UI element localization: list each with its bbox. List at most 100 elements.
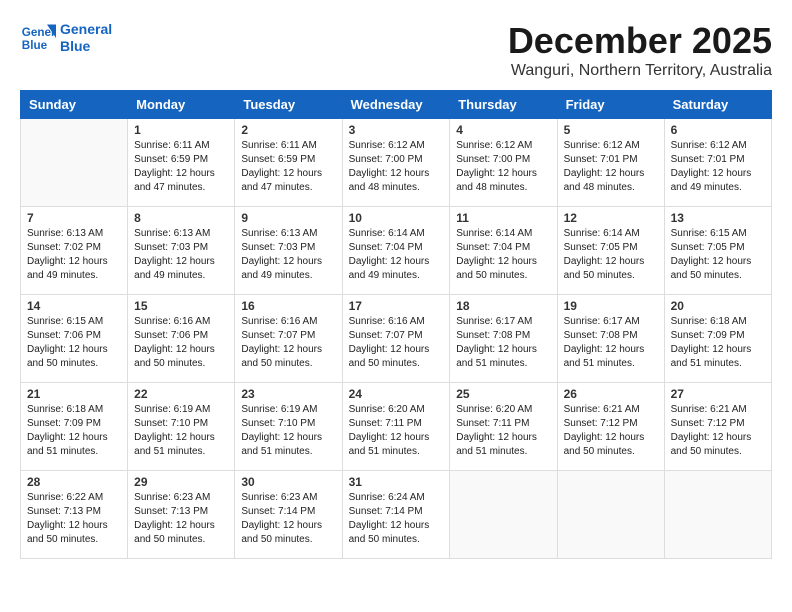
day-number: 21 bbox=[27, 387, 121, 401]
day-info: Sunrise: 6:17 AM Sunset: 7:08 PM Dayligh… bbox=[456, 315, 550, 371]
calendar-cell bbox=[557, 471, 664, 559]
calendar-cell: 3 Sunrise: 6:12 AM Sunset: 7:00 PM Daylig… bbox=[342, 119, 450, 207]
day-info: Sunrise: 6:13 AM Sunset: 7:03 PM Dayligh… bbox=[134, 227, 228, 283]
day-info: Sunrise: 6:21 AM Sunset: 7:12 PM Dayligh… bbox=[671, 403, 765, 459]
calendar-cell: 16 Sunrise: 6:16 AM Sunset: 7:07 PM Dayli… bbox=[235, 295, 342, 383]
calendar-cell: 12 Sunrise: 6:14 AM Sunset: 7:05 PM Dayli… bbox=[557, 207, 664, 295]
day-info: Sunrise: 6:20 AM Sunset: 7:11 PM Dayligh… bbox=[456, 403, 550, 459]
day-number: 23 bbox=[241, 387, 335, 401]
calendar-table: SundayMondayTuesdayWednesdayThursdayFrid… bbox=[20, 90, 772, 559]
day-info: Sunrise: 6:12 AM Sunset: 7:00 PM Dayligh… bbox=[456, 139, 550, 195]
calendar-cell: 30Sunrise: 6:23 AM Sunset: 7:14 PM Dayli… bbox=[235, 471, 342, 559]
day-number: 20 bbox=[671, 299, 765, 313]
day-number: 19 bbox=[564, 299, 658, 313]
logo-text: General Blue bbox=[60, 21, 112, 55]
calendar-cell: 4 Sunrise: 6:12 AM Sunset: 7:00 PM Daylig… bbox=[450, 119, 557, 207]
day-number: 16 bbox=[241, 299, 335, 313]
day-info: Sunrise: 6:12 AM Sunset: 7:01 PM Dayligh… bbox=[564, 139, 658, 195]
day-info: Sunrise: 6:14 AM Sunset: 7:04 PM Dayligh… bbox=[456, 227, 550, 283]
calendar-cell: 25Sunrise: 6:20 AM Sunset: 7:11 PM Dayli… bbox=[450, 383, 557, 471]
day-number: 31 bbox=[349, 475, 444, 489]
day-info: Sunrise: 6:14 AM Sunset: 7:05 PM Dayligh… bbox=[564, 227, 658, 283]
day-info: Sunrise: 6:17 AM Sunset: 7:08 PM Dayligh… bbox=[564, 315, 658, 371]
logo: General Blue General Blue bbox=[20, 20, 112, 56]
title-area: December 2025 Wanguri, Northern Territor… bbox=[508, 20, 772, 80]
calendar-cell: 24 Sunrise: 6:20 AM Sunset: 7:11 PM Dayli… bbox=[342, 383, 450, 471]
calendar-cell: 21 Sunrise: 6:18 AM Sunset: 7:09 PM Dayli… bbox=[21, 383, 128, 471]
day-number: 15 bbox=[134, 299, 228, 313]
calendar-cell: 19 Sunrise: 6:17 AM Sunset: 7:08 PM Dayli… bbox=[557, 295, 664, 383]
day-number: 26 bbox=[564, 387, 658, 401]
calendar-cell: 5 Sunrise: 6:12 AM Sunset: 7:01 PM Daylig… bbox=[557, 119, 664, 207]
day-info: Sunrise: 6:13 AM Sunset: 7:02 PM Dayligh… bbox=[27, 227, 121, 283]
logo-icon: General Blue bbox=[20, 20, 56, 56]
calendar-cell bbox=[450, 471, 557, 559]
day-info: Sunrise: 6:14 AM Sunset: 7:04 PM Dayligh… bbox=[349, 227, 444, 283]
day-info: Sunrise: 6:22 AM Sunset: 7:13 PM Dayligh… bbox=[27, 491, 121, 547]
calendar-cell: 13Sunrise: 6:15 AM Sunset: 7:05 PM Dayli… bbox=[664, 207, 771, 295]
day-number: 4 bbox=[456, 123, 550, 137]
location-subtitle: Wanguri, Northern Territory, Australia bbox=[508, 62, 772, 80]
day-info: Sunrise: 6:12 AM Sunset: 7:00 PM Dayligh… bbox=[349, 139, 444, 195]
svg-text:Blue: Blue bbox=[22, 39, 48, 52]
calendar-cell: 7 Sunrise: 6:13 AM Sunset: 7:02 PM Daylig… bbox=[21, 207, 128, 295]
calendar-cell: 28 Sunrise: 6:22 AM Sunset: 7:13 PM Dayli… bbox=[21, 471, 128, 559]
logo-general: General bbox=[60, 21, 112, 37]
day-number: 24 bbox=[349, 387, 444, 401]
day-info: Sunrise: 6:20 AM Sunset: 7:11 PM Dayligh… bbox=[349, 403, 444, 459]
calendar-header-sunday: Sunday bbox=[21, 91, 128, 119]
day-number: 5 bbox=[564, 123, 658, 137]
calendar-cell: 10 Sunrise: 6:14 AM Sunset: 7:04 PM Dayli… bbox=[342, 207, 450, 295]
day-number: 12 bbox=[564, 211, 658, 225]
day-info: Sunrise: 6:21 AM Sunset: 7:12 PM Dayligh… bbox=[564, 403, 658, 459]
calendar-cell: 1 Sunrise: 6:11 AM Sunset: 6:59 PM Daylig… bbox=[128, 119, 235, 207]
calendar-header-row: SundayMondayTuesdayWednesdayThursdayFrid… bbox=[21, 91, 772, 119]
calendar-week-2: 7 Sunrise: 6:13 AM Sunset: 7:02 PM Daylig… bbox=[21, 207, 772, 295]
calendar-cell: 23 Sunrise: 6:19 AM Sunset: 7:10 PM Dayli… bbox=[235, 383, 342, 471]
calendar-cell: 14Sunrise: 6:15 AM Sunset: 7:06 PM Dayli… bbox=[21, 295, 128, 383]
calendar-cell: 11 Sunrise: 6:14 AM Sunset: 7:04 PM Dayli… bbox=[450, 207, 557, 295]
calendar-cell: 9Sunrise: 6:13 AM Sunset: 7:03 PM Daylig… bbox=[235, 207, 342, 295]
calendar-header-friday: Friday bbox=[557, 91, 664, 119]
calendar-cell: 2Sunrise: 6:11 AM Sunset: 6:59 PM Daylig… bbox=[235, 119, 342, 207]
day-info: Sunrise: 6:24 AM Sunset: 7:14 PM Dayligh… bbox=[349, 491, 444, 547]
day-number: 8 bbox=[134, 211, 228, 225]
calendar-header-wednesday: Wednesday bbox=[342, 91, 450, 119]
calendar-week-3: 14Sunrise: 6:15 AM Sunset: 7:06 PM Dayli… bbox=[21, 295, 772, 383]
day-info: Sunrise: 6:11 AM Sunset: 6:59 PM Dayligh… bbox=[134, 139, 228, 195]
calendar-cell: 6Sunrise: 6:12 AM Sunset: 7:01 PM Daylig… bbox=[664, 119, 771, 207]
day-info: Sunrise: 6:13 AM Sunset: 7:03 PM Dayligh… bbox=[241, 227, 335, 283]
day-info: Sunrise: 6:18 AM Sunset: 7:09 PM Dayligh… bbox=[27, 403, 121, 459]
day-number: 6 bbox=[671, 123, 765, 137]
calendar-cell bbox=[664, 471, 771, 559]
calendar-cell: 20 Sunrise: 6:18 AM Sunset: 7:09 PM Dayli… bbox=[664, 295, 771, 383]
day-number: 3 bbox=[349, 123, 444, 137]
calendar-cell: 15 Sunrise: 6:16 AM Sunset: 7:06 PM Dayli… bbox=[128, 295, 235, 383]
day-info: Sunrise: 6:16 AM Sunset: 7:07 PM Dayligh… bbox=[241, 315, 335, 371]
day-number: 13 bbox=[671, 211, 765, 225]
page-header: General Blue General Blue December 2025 … bbox=[20, 20, 772, 80]
day-number: 2 bbox=[241, 123, 335, 137]
calendar-cell: 18 Sunrise: 6:17 AM Sunset: 7:08 PM Dayli… bbox=[450, 295, 557, 383]
day-number: 22 bbox=[134, 387, 228, 401]
calendar-header-thursday: Thursday bbox=[450, 91, 557, 119]
day-number: 10 bbox=[349, 211, 444, 225]
day-info: Sunrise: 6:16 AM Sunset: 7:06 PM Dayligh… bbox=[134, 315, 228, 371]
day-number: 1 bbox=[134, 123, 228, 137]
calendar-cell: 26 Sunrise: 6:21 AM Sunset: 7:12 PM Dayli… bbox=[557, 383, 664, 471]
calendar-header-tuesday: Tuesday bbox=[235, 91, 342, 119]
logo-blue: Blue bbox=[60, 38, 90, 54]
day-info: Sunrise: 6:23 AM Sunset: 7:13 PM Dayligh… bbox=[134, 491, 228, 547]
day-info: Sunrise: 6:18 AM Sunset: 7:09 PM Dayligh… bbox=[671, 315, 765, 371]
day-number: 29 bbox=[134, 475, 228, 489]
calendar-cell: 29 Sunrise: 6:23 AM Sunset: 7:13 PM Dayli… bbox=[128, 471, 235, 559]
day-number: 7 bbox=[27, 211, 121, 225]
day-info: Sunrise: 6:19 AM Sunset: 7:10 PM Dayligh… bbox=[134, 403, 228, 459]
calendar-week-5: 28 Sunrise: 6:22 AM Sunset: 7:13 PM Dayli… bbox=[21, 471, 772, 559]
day-number: 11 bbox=[456, 211, 550, 225]
calendar-cell: 8 Sunrise: 6:13 AM Sunset: 7:03 PM Daylig… bbox=[128, 207, 235, 295]
calendar-cell: 17Sunrise: 6:16 AM Sunset: 7:07 PM Dayli… bbox=[342, 295, 450, 383]
day-number: 28 bbox=[27, 475, 121, 489]
day-number: 18 bbox=[456, 299, 550, 313]
day-info: Sunrise: 6:19 AM Sunset: 7:10 PM Dayligh… bbox=[241, 403, 335, 459]
